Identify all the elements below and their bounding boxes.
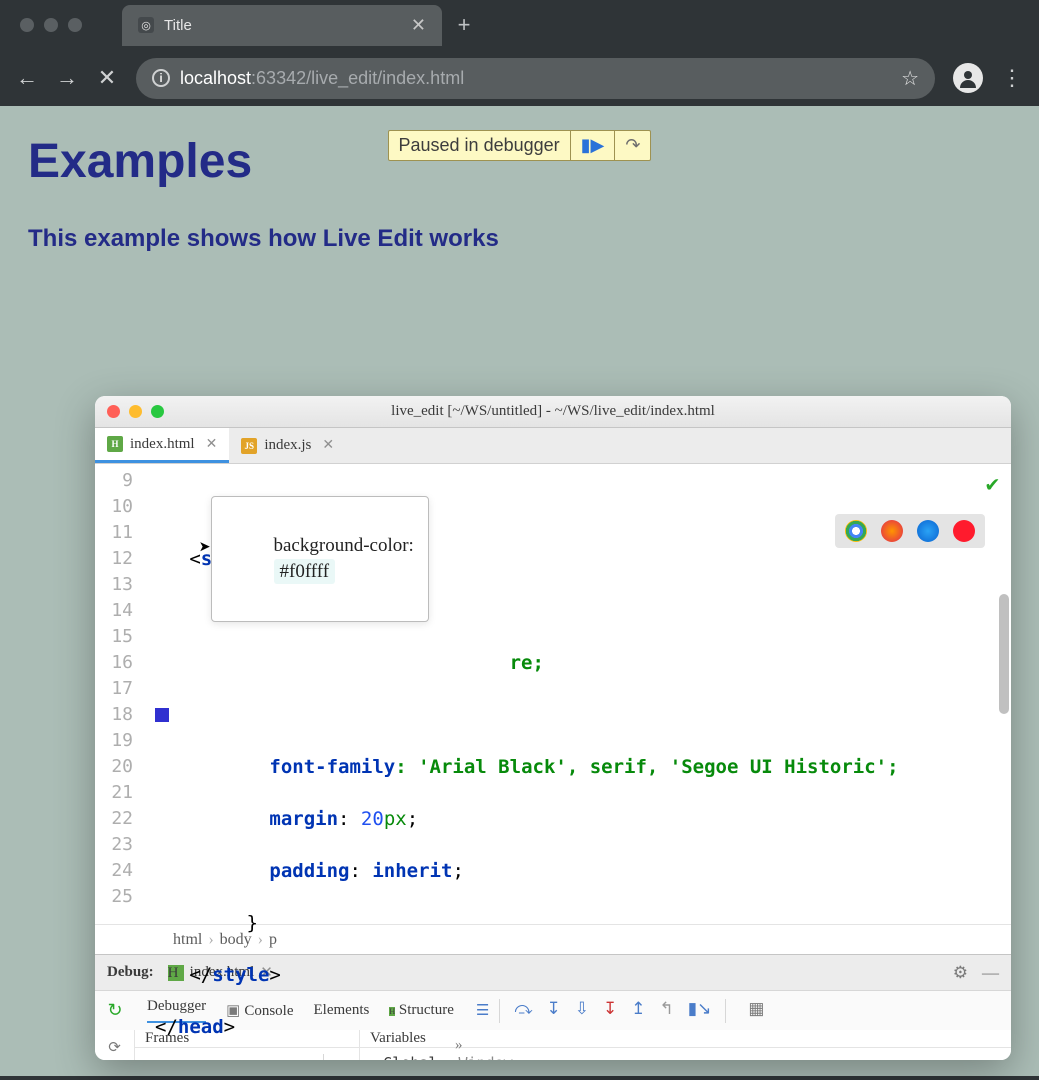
tab-favicon: ◎ [138, 17, 154, 33]
color-swatch-icon[interactable] [155, 708, 169, 722]
new-tab-button[interactable]: + [450, 11, 478, 39]
url-port: :63342 [251, 68, 306, 88]
site-info-icon[interactable]: i [152, 69, 170, 87]
close-editor-tab-icon[interactable]: ✕ [322, 437, 334, 454]
ide-window: live_edit [~/WS/untitled] - ~/WS/live_ed… [95, 396, 1011, 1060]
browser-tab-active[interactable]: ◎ Title ✕ [122, 5, 442, 46]
url-host: localhost [180, 68, 251, 88]
color-tooltip: background-color: #f0ffff [211, 496, 429, 622]
code-editor[interactable]: ✔ 910111213141516171819202122232425 back… [95, 464, 1011, 924]
code-area[interactable]: background-color: #f0ffff ➤ <style> re; … [155, 464, 1011, 924]
close-editor-tab-icon[interactable]: ✕ [206, 436, 218, 453]
page-subheading: This example shows how Live Edit works [28, 225, 1011, 253]
tooltip-value: #f0ffff [274, 559, 336, 584]
paused-label: Paused in debugger [389, 131, 570, 160]
more-vars-icon[interactable]: » [455, 1037, 463, 1054]
ide-titlebar: live_edit [~/WS/untitled] - ~/WS/live_ed… [95, 396, 1011, 428]
tab-title: Title [164, 17, 192, 34]
editor-tab-index-js[interactable]: JS index.js ✕ [229, 428, 346, 463]
address-bar[interactable]: i localhost:63342/live_edit/index.html ☆ [136, 58, 935, 99]
debugger-step-icon[interactable]: ↷ [614, 131, 650, 160]
rerun-icon[interactable]: ↻ [107, 1000, 122, 1021]
editor-tab-label: index.js [264, 437, 311, 454]
editor-tab-label: index.html [130, 436, 195, 453]
paused-in-debugger-badge: Paused in debugger ▮▶ ↷ [388, 130, 652, 161]
url-path: /live_edit/index.html [306, 68, 464, 88]
file-icon-js: JS [241, 438, 257, 454]
file-icon-html: H [107, 436, 123, 452]
bookmark-star-icon[interactable]: ☆ [901, 66, 919, 91]
ide-window-title: live_edit [~/WS/untitled] - ~/WS/live_ed… [391, 403, 715, 420]
os-window-controls[interactable] [20, 18, 82, 32]
nav-forward-icon[interactable]: → [56, 67, 78, 89]
debug-tool-label: Debug: [107, 964, 154, 981]
editor-tab-index-html[interactable]: H index.html ✕ [95, 428, 229, 463]
profile-avatar-icon[interactable] [953, 63, 983, 93]
mouse-cursor-icon: ➤ [199, 534, 211, 560]
line-number-gutter: 910111213141516171819202122232425 [95, 464, 141, 924]
nav-back-icon[interactable]: ← [16, 67, 38, 89]
sync-icon[interactable]: ⟳ [108, 1038, 121, 1057]
browser-menu-icon[interactable]: ⋮ [1001, 65, 1023, 91]
debugger-resume-icon[interactable]: ▮▶ [570, 131, 615, 160]
ide-window-controls[interactable] [107, 405, 164, 418]
close-tab-icon[interactable]: ✕ [411, 15, 426, 36]
nav-stop-icon[interactable]: ✕ [96, 67, 118, 89]
tooltip-label: background-color: [274, 535, 414, 556]
